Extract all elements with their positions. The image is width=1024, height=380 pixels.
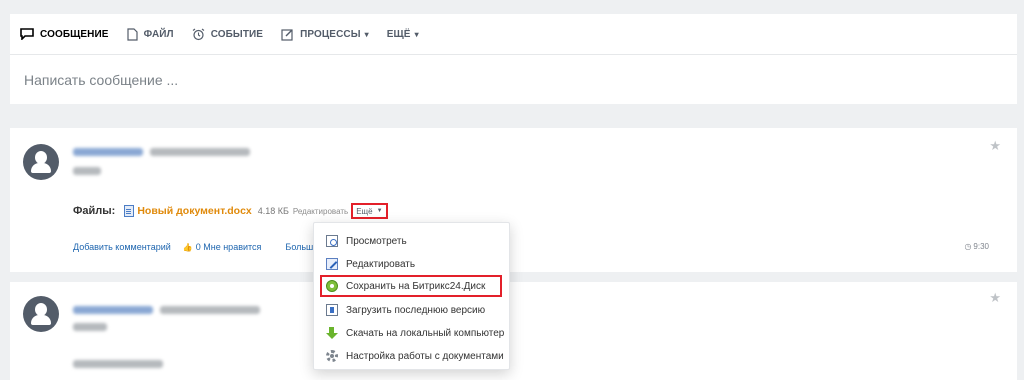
feed-post: ★ — [10, 282, 1017, 380]
menu-item-save-to-disk[interactable]: Сохранить на Битрикс24.Диск — [320, 275, 502, 297]
tab-event[interactable]: СОБЫТИЕ — [192, 28, 263, 41]
thumb-up-icon: 👍 — [182, 242, 193, 252]
blurred-post-text — [73, 323, 107, 331]
message-icon — [20, 28, 34, 40]
file-actions-menu: Просмотреть Редактировать Сохранить на Б… — [313, 222, 510, 370]
tab-label: ЕЩЁ — [386, 28, 411, 40]
menu-item-download[interactable]: Скачать на локальный компьютер — [326, 324, 504, 342]
star-icon[interactable]: ★ — [989, 138, 1001, 154]
file-more-button[interactable]: Ещё ▼ — [351, 203, 388, 219]
files-label: Файлы: — [73, 205, 116, 217]
menu-item-label: Скачать на локальный компьютер — [346, 327, 505, 339]
edit-icon — [326, 258, 338, 270]
like-button[interactable]: 👍 0 Мне нравится — [183, 242, 274, 252]
view-icon — [326, 235, 338, 247]
file-size: 4.18 КБ — [257, 206, 289, 216]
disk-icon — [326, 280, 338, 292]
blurred-recipients — [150, 148, 250, 156]
add-comment-link[interactable]: Добавить комментарий — [73, 242, 171, 252]
tab-message[interactable]: СООБЩЕНИЕ — [20, 28, 109, 40]
download-icon — [326, 327, 338, 339]
menu-item-label: Настройка работы с документами — [346, 350, 504, 362]
menu-item-label: Просмотреть — [346, 235, 407, 247]
blurred-post-text — [73, 167, 101, 175]
avatar — [23, 144, 59, 180]
post-files: Файлы: Новый документ.docx 4.18 КБ Редак… — [73, 203, 388, 219]
clock-icon: ◷ — [964, 242, 972, 251]
post-actions: Добавить комментарий 👍 0 Мне нравится Бо… — [73, 242, 330, 252]
time-value: 9:30 — [973, 242, 989, 251]
chevron-down-icon: ▾ — [364, 29, 369, 39]
blurred-author-name — [73, 148, 143, 156]
blurred-post-text — [73, 360, 163, 368]
tab-file[interactable]: ФАЙЛ — [126, 27, 174, 41]
tab-label: ПРОЦЕССЫ — [300, 28, 361, 40]
menu-item-edit[interactable]: Редактировать — [326, 255, 415, 273]
tab-processes[interactable]: ПРОЦЕССЫ ▾ — [281, 28, 369, 41]
divider — [10, 54, 1017, 55]
document-icon — [124, 205, 135, 217]
tab-label: СООБЩЕНИЕ — [40, 28, 109, 40]
composer-tabs: СООБЩЕНИЕ ФАЙЛ СОБЫТИЕ ПРОЦЕССЫ ▾ ЕЩЁ ▾ — [10, 14, 427, 54]
menu-item-label: Редактировать — [346, 258, 416, 270]
tab-label: ФАЙЛ — [143, 28, 174, 40]
file-link[interactable]: Новый документ.docx — [137, 205, 251, 217]
menu-item-view[interactable]: Просмотреть — [326, 232, 407, 250]
avatar-body-shape — [31, 315, 51, 325]
avatar-body-shape — [31, 163, 51, 173]
upload-icon — [326, 304, 338, 316]
blurred-author-name — [73, 306, 153, 314]
tab-label: СОБЫТИЕ — [210, 28, 264, 40]
menu-item-doc-settings[interactable]: Настройка работы с документами — [326, 347, 504, 365]
menu-item-label: Сохранить на Битрикс24.Диск — [346, 280, 486, 292]
gear-icon — [326, 350, 338, 362]
like-label: 0 Мне нравится — [195, 242, 262, 252]
alarm-clock-icon — [192, 28, 205, 40]
menu-item-upload-latest[interactable]: Загрузить последнюю версию — [326, 301, 485, 319]
feed-post: ★ Файлы: Новый документ.docx 4.18 КБ Ред… — [10, 128, 1017, 272]
message-input[interactable]: Написать сообщение ... — [24, 72, 178, 88]
post-time: ◷ 9:30 — [964, 242, 989, 251]
caret-down-icon: ▼ — [376, 208, 383, 214]
more-label: Ещё — [356, 206, 373, 216]
chevron-down-icon: ▾ — [414, 29, 419, 39]
edit-square-icon — [281, 28, 293, 41]
tab-more[interactable]: ЕЩЁ ▾ — [387, 29, 419, 40]
avatar — [23, 296, 59, 332]
menu-item-label: Загрузить последнюю версию — [346, 304, 486, 316]
file-icon — [126, 27, 138, 41]
blurred-recipients — [160, 306, 260, 314]
file-edit-link[interactable]: Редактировать — [293, 207, 348, 216]
star-icon[interactable]: ★ — [989, 290, 1001, 306]
